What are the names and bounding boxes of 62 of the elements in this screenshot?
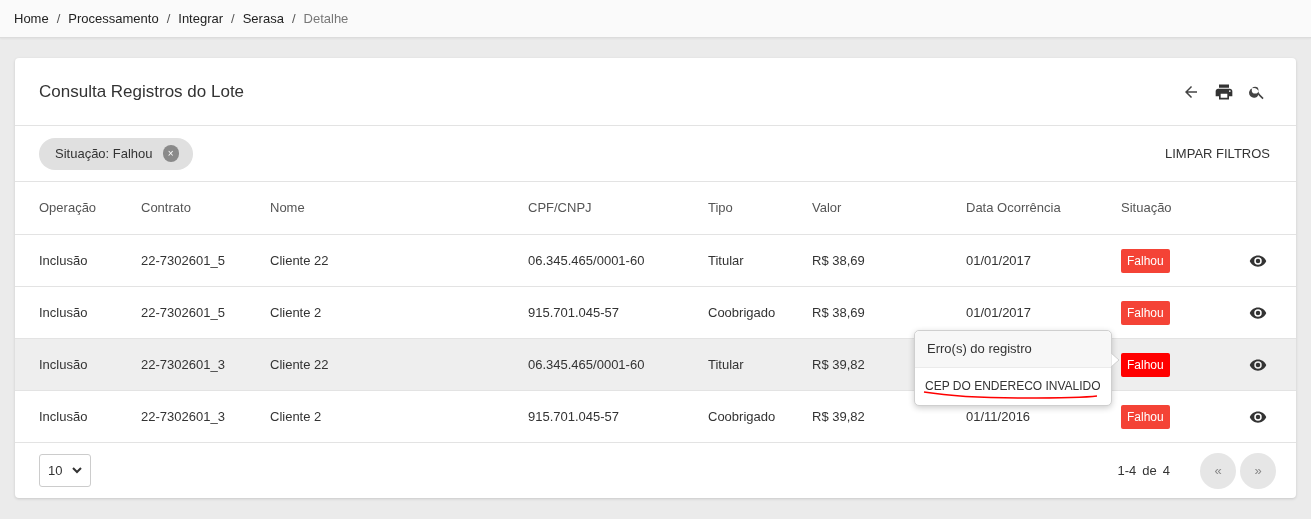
column-header: Operação	[39, 199, 97, 218]
contract-cell-text: 22-7302601_5	[141, 303, 225, 322]
status-badge: Falhou	[1121, 404, 1170, 429]
chevron-down-icon	[72, 467, 83, 474]
breadcrumb-link[interactable]: Processamento	[68, 8, 159, 29]
operation-cell-text: Inclusão	[39, 407, 88, 426]
breadcrumb-separator: /	[231, 9, 235, 28]
pagination-total: 4	[1162, 461, 1170, 480]
type-cell-text: Titular	[708, 355, 744, 374]
date-cell-text: 01/11/2016	[966, 407, 1031, 426]
name-cell-text: Cliente 22	[270, 355, 329, 374]
name-cell-text: Cliente 2	[270, 407, 322, 426]
operation-cell-text: Inclusão	[39, 251, 88, 270]
column-header: Situação	[1121, 199, 1172, 218]
pagination-range: 1-4	[1117, 461, 1137, 480]
contract-cell-text: 22-7302601_5	[141, 251, 225, 270]
date-cell-text: 01/01/2017	[966, 251, 1032, 270]
breadcrumb-link[interactable]: Detalhe	[303, 8, 349, 29]
column-header: Tipo	[708, 199, 733, 218]
table-row[interactable]: Inclusão 22-7302601_5 Cliente 22 06.345.465/0001-60 Titular R$ 38,69 01/01/2017 Falhou	[15, 235, 1296, 287]
page-size-value: 10	[48, 461, 63, 480]
card-title: Consulta Registros do Lote	[39, 80, 246, 103]
popover-title: Erro(s) do registro	[915, 331, 1111, 368]
document-cell-text: 915.701.045-57	[528, 407, 620, 426]
document-cell-text: 915.701.045-57	[528, 303, 620, 322]
document-cell-text: 06.345.465/0001-60	[528, 251, 645, 270]
breadcrumb-link[interactable]: Integrar	[178, 8, 224, 29]
status-badge: Falhou	[1121, 248, 1170, 273]
column-header: CPF/CNPJ	[528, 199, 592, 218]
popover-message: CEP DO ENDERECO INVALIDO	[925, 378, 1101, 393]
operation-cell-text: Inclusão	[39, 355, 88, 374]
contract-cell-text: 22-7302601_3	[141, 407, 225, 426]
type-cell-text: Coobrigado	[708, 407, 776, 426]
table-row[interactable]: Inclusão 22-7302601_5 Cliente 2 915.701.045-57 Coobrigado R$ 38,69 01/01/2017 Falhou	[15, 287, 1296, 339]
filter-label: Situação: Falhou	[55, 144, 153, 163]
breadcrumb-link[interactable]: Serasa	[242, 8, 284, 29]
value-cell-text: R$ 38,69	[812, 251, 865, 270]
document-cell-text: 06.345.465/0001-60	[528, 355, 645, 374]
value-cell-text: R$ 38,69	[812, 303, 865, 322]
status-badge: Falhou	[1121, 352, 1170, 377]
type-cell-text: Coobrigado	[708, 303, 776, 322]
table-row[interactable]: Inclusão 22-7302601_3 Cliente 2 915.701.045-57 Coobrigado R$ 39,82 01/11/2016 Falhou	[15, 391, 1296, 443]
clear-filters-button[interactable]: LIMPAR FILTROS	[1165, 143, 1272, 164]
breadcrumb-separator: /	[291, 9, 296, 28]
column-header: Contrato	[141, 199, 191, 218]
column-header: Data Ocorrência	[966, 199, 1061, 218]
type-cell-text: Titular	[708, 251, 744, 270]
page-size-select[interactable]: 10	[39, 454, 92, 487]
operation-cell-text: Inclusão	[39, 303, 88, 322]
column-header: Nome	[270, 199, 305, 218]
pagination-of: de	[1142, 461, 1157, 480]
date-cell-text: 01/01/2017	[966, 303, 1032, 322]
breadcrumb-separator: /	[166, 9, 171, 28]
name-cell-text: Cliente 22	[270, 251, 329, 270]
name-cell-text: Cliente 2	[270, 303, 322, 322]
status-badge: Falhou	[1121, 300, 1170, 325]
column-header: Valor	[812, 199, 842, 218]
contract-cell-text: 22-7302601_3	[141, 355, 225, 374]
breadcrumb-separator: /	[56, 9, 61, 28]
value-cell-text: R$ 39,82	[812, 407, 865, 426]
breadcrumb-link[interactable]: Home	[14, 8, 49, 29]
value-cell-text: R$ 39,82	[812, 355, 865, 374]
